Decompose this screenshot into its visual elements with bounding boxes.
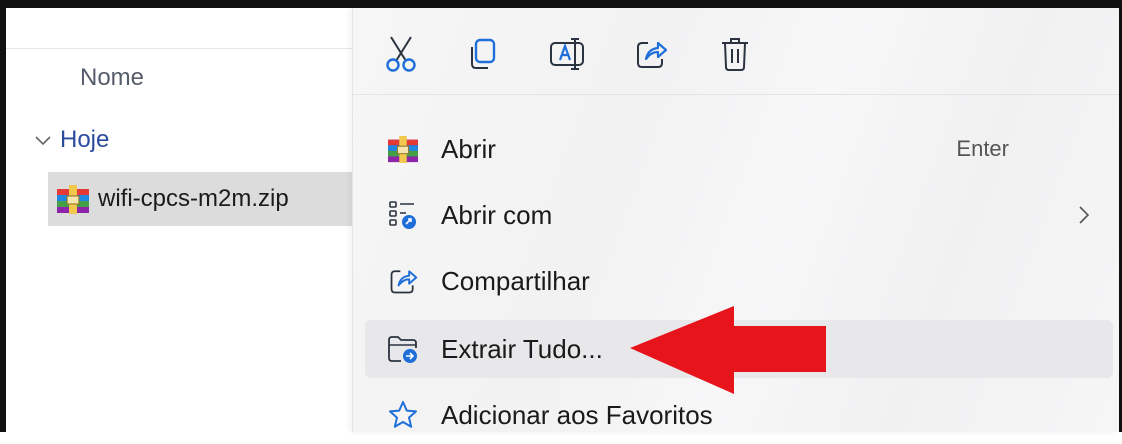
annotation-arrow [630,306,826,394]
